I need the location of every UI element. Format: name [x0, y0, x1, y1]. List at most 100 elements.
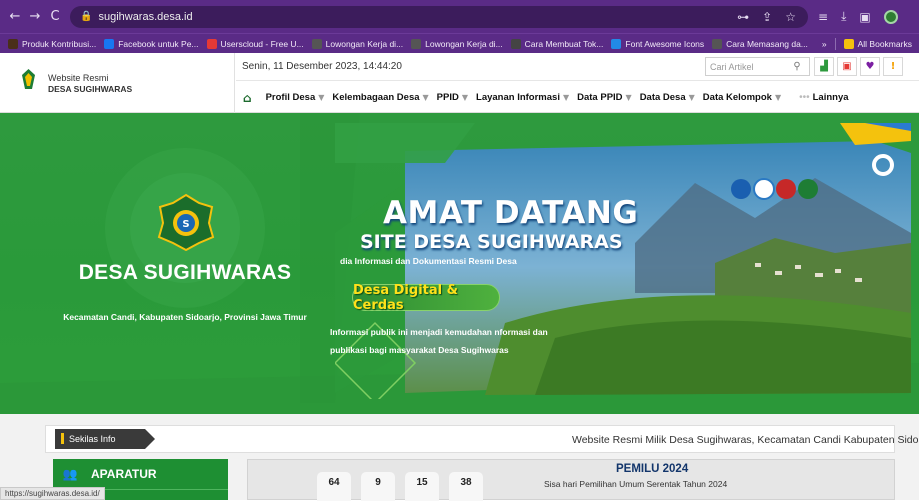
chevron-down-icon: ▼ [688, 93, 695, 102]
countdown-days: 64 [317, 472, 351, 501]
all-bookmarks-label: All Bookmarks [857, 38, 912, 49]
search-box: ⚲ [705, 57, 810, 76]
bookmark-favicon-icon [411, 38, 422, 49]
share-icon[interactable]: ⇪ [762, 10, 772, 24]
nav-item[interactable]: PPID ▼ [437, 92, 468, 103]
more-dots-icon: ••• [799, 92, 810, 103]
home-icon[interactable]: ⌂ [243, 91, 252, 105]
hero-subtitle: Kecamatan Candi, Kabupaten Sidoarjo, Pro… [63, 312, 307, 322]
nav-item[interactable]: Kelembagaan Desa ▼ [332, 92, 428, 103]
nav-item-label: Data Kelompok [702, 92, 772, 103]
site-header: Website Resmi DESA SUGIHWARAS Senin, 11 … [0, 53, 919, 113]
brand-line2: DESA SUGIHWARAS [48, 84, 133, 94]
banner-description: Informasi publik ini menjadi kemudahan n… [330, 327, 548, 355]
bookmark-label: Facebook untuk Pe... [118, 38, 199, 49]
chevron-down-icon: ▼ [562, 93, 570, 102]
users-icon[interactable]: ♥ [860, 57, 880, 76]
pemilu-countdown: 64 9 15 38 PEMILU 2024 Sisa hari Pemilih… [247, 459, 895, 501]
browser-toolbar: ← → C 🔒 sugihwaras.desa.id ⊶ ⇪ ☆ ≡ ⤓ ▣ [0, 0, 919, 33]
ticker-label: Sekilas Info [69, 434, 116, 444]
chevron-down-icon: ▼ [625, 93, 632, 102]
bookmark-label: Cara Membuat Tok... [524, 38, 604, 49]
bookmark-item[interactable]: Facebook untuk Pe... [104, 38, 199, 49]
address-bar[interactable]: 🔒 sugihwaras.desa.id ⊶ ⇪ ☆ [70, 5, 808, 28]
bookmarks-divider [834, 37, 836, 50]
bookmark-favicon-icon [611, 38, 622, 49]
welcome-tagline: dia Informasi dan Dokumentasi Resmi Desa [340, 256, 517, 266]
bookmark-label: Userscloud - Free U... [220, 38, 304, 49]
bookmark-favicon-icon [104, 38, 115, 49]
nav-item[interactable]: Data PPID ▼ [577, 92, 632, 103]
nav-item-label: Data Desa [639, 92, 686, 103]
lock-icon: 🔒 [80, 11, 93, 22]
nav-item[interactable]: Data Desa ▼ [640, 92, 695, 103]
bookmark-item[interactable]: Lowongan Kerja di... [311, 38, 404, 49]
bookmark-favicon-icon [712, 38, 723, 49]
back-icon[interactable]: ← [8, 9, 22, 24]
bookmarks-bar: Produk Kontribusi... Facebook untuk Pe...… [0, 33, 919, 53]
address-actions: ⊶ ⇪ ☆ [737, 10, 796, 24]
all-bookmarks[interactable]: All Bookmarks [843, 38, 912, 49]
search-icon[interactable]: ⚲ [788, 61, 806, 72]
nav-item-label: Profil Desa [265, 92, 316, 103]
users-group-icon: 👥 [62, 467, 78, 481]
folder-icon [843, 38, 854, 49]
chevron-down-icon: ▼ [774, 93, 782, 102]
key-icon[interactable]: ⊶ [737, 10, 749, 24]
pemilu-subtitle: Sisa hari Pemilihan Umum Serentak Tahun … [544, 479, 728, 489]
content-section: Sekilas Info Website Resmi Milik Desa Su… [0, 414, 919, 501]
countdown-minutes: 15 [405, 472, 439, 501]
bookmark-item[interactable]: Userscloud - Free U... [206, 38, 304, 49]
nav-item[interactable]: Data Kelompok ▼ [703, 92, 781, 103]
reload-icon[interactable]: C [48, 9, 62, 24]
bookmark-favicon-icon [311, 38, 322, 49]
tab-search-icon[interactable]: ≡ [818, 10, 828, 24]
digital-village-badge: Desa Digital & Cerdas [352, 283, 500, 313]
toolbar-actions: ≡ ⤓ ▣ [818, 9, 898, 24]
aparatur-header[interactable]: 👥 APARATUR [53, 459, 228, 489]
bookmark-item[interactable]: Lowongan Kerja di... [411, 38, 503, 49]
bookmark-item[interactable]: Font Awesome Icons [611, 38, 704, 49]
bookmark-label: Lowongan Kerja di... [325, 38, 404, 49]
lock-tool-icon[interactable]: ▣ [837, 57, 857, 76]
welcome-heading: AMAT DATANG [383, 195, 639, 231]
nav-more[interactable]: Lainnya [813, 92, 849, 103]
star-icon[interactable]: ☆ [785, 10, 796, 24]
bookmark-favicon-icon [8, 38, 18, 49]
search-input[interactable] [706, 58, 788, 75]
bookmark-item[interactable]: Produk Kontribusi... [8, 38, 96, 49]
welcome-subheading: SITE DESA SUGIHWARAS [360, 231, 623, 253]
forward-icon[interactable]: → [28, 9, 42, 24]
bookmark-item[interactable]: Cara Memasang da... [712, 38, 808, 49]
nav-item-label: Kelembagaan Desa [332, 92, 420, 103]
ticker-label-box: Sekilas Info [55, 429, 155, 449]
ticker-text[interactable]: Website Resmi Milik Desa Sugihwaras, Kec… [572, 434, 919, 446]
bookmarks-overflow-icon[interactable]: » [822, 39, 827, 49]
nav-item-label: Data PPID [577, 92, 623, 103]
svg-text:S: S [182, 219, 189, 230]
brand[interactable]: Website Resmi DESA SUGIHWARAS [0, 53, 235, 113]
current-date: Senin, 11 Desember 2023, 14:44:20 [242, 61, 402, 72]
stats-icon[interactable]: ▟ [814, 57, 834, 76]
status-url: https://sugihwaras.desa.id/ [0, 487, 105, 500]
info-ticker: Sekilas Info Website Resmi Milik Desa Su… [45, 425, 919, 453]
address-text: sugihwaras.desa.id [98, 10, 193, 23]
bookmark-label: Cara Memasang da... [726, 38, 808, 49]
countdown-seconds: 38 [449, 472, 483, 501]
nav-item[interactable]: Profil Desa ▼ [266, 92, 325, 103]
nav-item[interactable]: Layanan Informasi ▼ [476, 92, 569, 103]
main-nav: ⌂ Profil Desa ▼ Kelembagaan Desa ▼ PPID ▼ Laya… [236, 82, 919, 113]
sidepanel-icon[interactable]: ▣ [859, 10, 870, 24]
brand-logo-icon [22, 69, 35, 89]
hero-section: S DESA SUGIHWARAS Kecamatan Candi, Kabup… [0, 113, 919, 414]
extension-icon[interactable] [883, 9, 898, 24]
download-icon[interactable]: ⤓ [841, 9, 846, 24]
nav-item-label: PPID [436, 92, 459, 103]
chevron-down-icon: ▼ [461, 93, 469, 102]
nav-item-label: Layanan Informasi [476, 92, 560, 103]
bookmark-label: Lowongan Kerja di... [425, 38, 503, 49]
hero-title: DESA SUGIHWARAS [78, 261, 292, 284]
alert-icon[interactable]: ! [883, 57, 903, 76]
bookmark-item[interactable]: Cara Membuat Tok... [510, 38, 604, 49]
village-emblem-icon: S [157, 193, 215, 251]
